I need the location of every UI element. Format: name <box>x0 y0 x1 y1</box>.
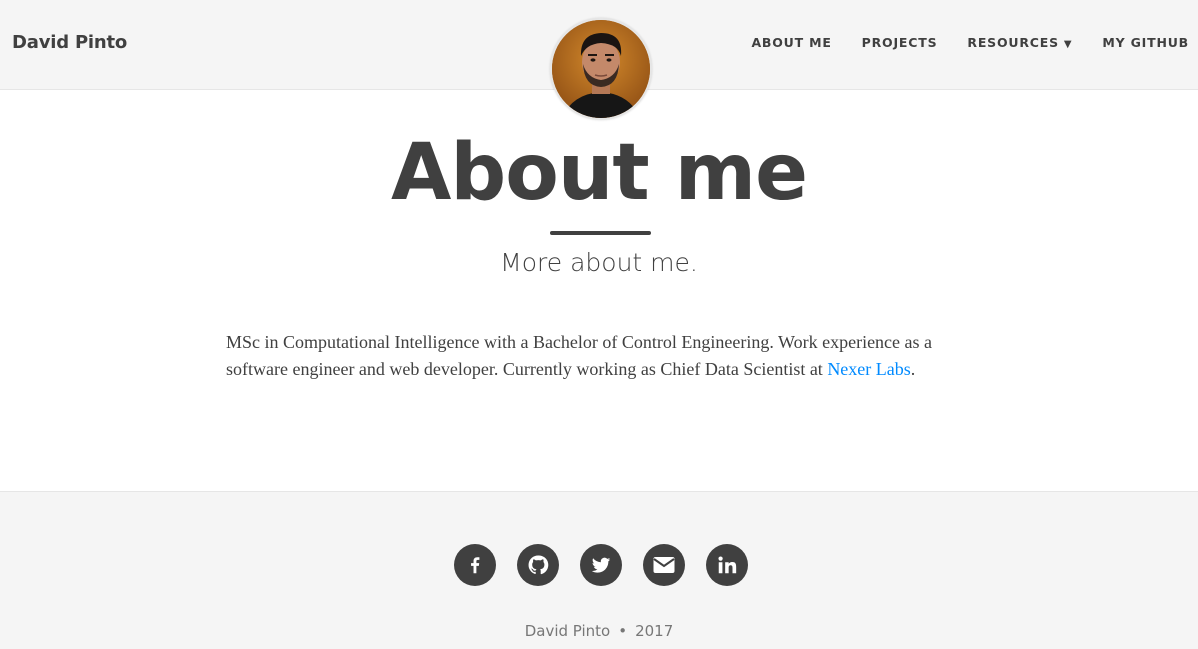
profile-photo <box>552 20 650 118</box>
footer-separator: • <box>618 622 628 640</box>
nav-links: ABOUT ME PROJECTS RESOURCES ▼ MY GITHUB <box>721 35 1189 50</box>
nav-link-projects[interactable]: PROJECTS <box>862 35 938 50</box>
caret-down-icon: ▼ <box>1063 39 1073 50</box>
about-text-end: . <box>910 359 916 379</box>
footer: David Pinto • 2017 <box>0 491 1198 649</box>
copyright: David Pinto • 2017 <box>0 622 1198 640</box>
twitter-icon <box>591 557 611 573</box>
nexer-labs-link[interactable]: Nexer Labs <box>827 359 910 379</box>
linkedin-icon <box>718 556 737 574</box>
footer-author: David Pinto <box>524 622 611 640</box>
social-links <box>454 544 748 586</box>
about-text: MSc in Computational Intelligence with a… <box>226 329 966 383</box>
avatar[interactable] <box>550 18 652 120</box>
email-button[interactable] <box>643 544 685 586</box>
nav-dropdown-resources-label: RESOURCES <box>967 35 1059 50</box>
email-icon <box>653 557 675 573</box>
footer-year: 2017 <box>635 622 674 640</box>
brand-link[interactable]: David Pinto <box>12 32 127 53</box>
github-icon <box>528 555 549 575</box>
twitter-button[interactable] <box>580 544 622 586</box>
linkedin-button[interactable] <box>706 544 748 586</box>
nav-link-my-github[interactable]: MY GITHUB <box>1102 35 1189 50</box>
github-button[interactable] <box>517 544 559 586</box>
page-title: About me <box>391 128 808 218</box>
nav-dropdown-resources[interactable]: RESOURCES ▼ <box>967 35 1072 50</box>
facebook-button[interactable] <box>454 544 496 586</box>
title-divider <box>550 231 651 235</box>
nav-link-about-me[interactable]: ABOUT ME <box>751 35 831 50</box>
facebook-icon <box>471 557 480 574</box>
page-subtitle: More about me. <box>500 248 698 277</box>
